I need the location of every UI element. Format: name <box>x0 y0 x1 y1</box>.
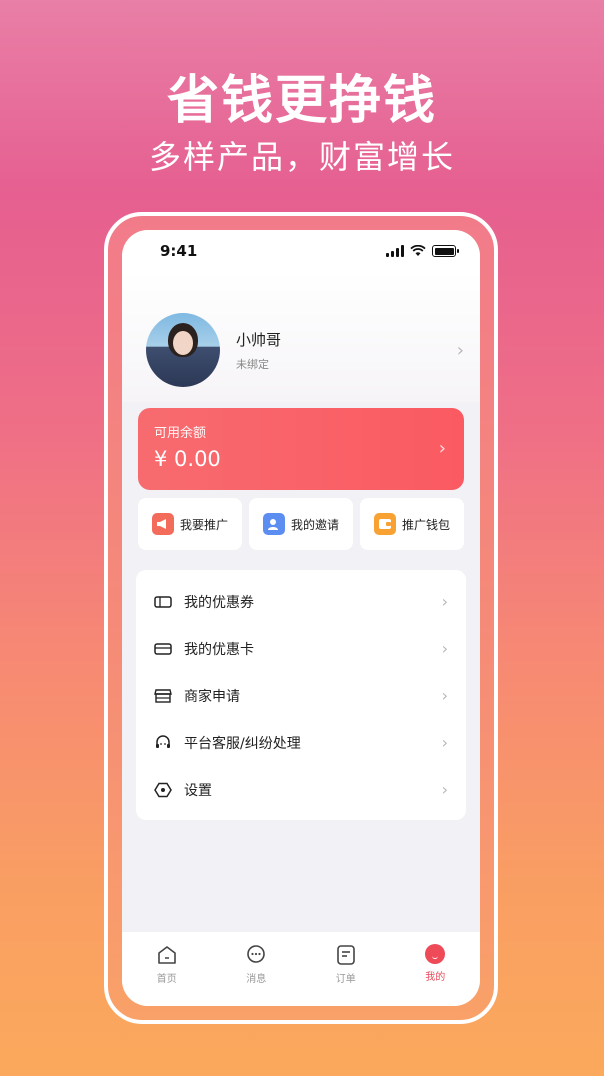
megaphone-icon <box>151 513 174 535</box>
chevron-right-icon: › <box>441 780 448 799</box>
phone-screen: 9:41 小帅哥 未绑定 › 可用余额 ¥ 0.00 › 我要推广 我的邀请 推… <box>122 230 480 1006</box>
chevron-right-icon: › <box>441 686 448 705</box>
store-icon <box>154 688 172 703</box>
my-invites-label: 我的邀请 <box>290 517 339 532</box>
profile-icon <box>425 944 446 964</box>
my-invites-button[interactable]: 我的邀请 <box>249 498 353 550</box>
user-invite-icon <box>262 513 285 535</box>
tab-orders[interactable]: 订单 <box>316 944 376 1006</box>
quick-actions: 我要推广 我的邀请 推广钱包 <box>138 498 464 550</box>
menu-item-support[interactable]: 平台客服/纠纷处理 › <box>136 719 466 766</box>
menu-item-settings[interactable]: 设置 › <box>136 766 466 813</box>
balance-label: 可用余额 <box>154 426 207 441</box>
status-time: 9:41 <box>160 242 198 260</box>
balance-card[interactable]: 可用余额 ¥ 0.00 › <box>138 408 464 490</box>
menu-item-cards[interactable]: 我的优惠卡 › <box>136 625 466 672</box>
status-bar: 9:41 <box>122 230 480 272</box>
tab-mine[interactable]: 我的 <box>405 944 465 1006</box>
wallet-icon <box>373 513 396 535</box>
user-name: 小帅哥 <box>236 330 282 349</box>
headset-icon <box>154 734 172 750</box>
tab-messages[interactable]: 消息 <box>226 944 286 1006</box>
balance-amount: ¥ 0.00 <box>154 447 221 471</box>
card-icon <box>154 642 172 656</box>
menu-list: 我的优惠券 › 我的优惠卡 › 商家申请 › 平台客服/纠纷处理 › 设置 › <box>136 570 466 820</box>
tab-home[interactable]: 首页 <box>137 944 197 1006</box>
bind-status: 未绑定 <box>236 357 269 371</box>
status-icons <box>386 245 459 257</box>
message-icon <box>247 945 266 963</box>
coupon-icon <box>154 595 172 609</box>
tab-label: 我的 <box>425 972 446 983</box>
avatar[interactable] <box>146 313 220 387</box>
order-icon <box>336 945 355 965</box>
tab-label: 首页 <box>156 974 177 985</box>
promote-button[interactable]: 我要推广 <box>138 498 242 550</box>
menu-item-coupons[interactable]: 我的优惠券 › <box>136 578 466 625</box>
menu-label: 设置 <box>184 782 212 799</box>
menu-item-merchant-apply[interactable]: 商家申请 › <box>136 672 466 719</box>
chevron-right-icon: › <box>438 438 446 459</box>
tab-label: 消息 <box>246 974 267 985</box>
chevron-right-icon: › <box>441 733 448 752</box>
promo-wallet-button[interactable]: 推广钱包 <box>360 498 464 550</box>
promo-wallet-label: 推广钱包 <box>401 517 450 532</box>
promote-label: 我要推广 <box>179 517 228 532</box>
promo-headline: 省钱更挣钱 <box>166 71 437 131</box>
chevron-right-icon: › <box>441 639 448 658</box>
menu-label: 商家申请 <box>184 688 240 705</box>
battery-icon <box>432 245 459 257</box>
settings-icon <box>154 782 172 797</box>
tab-label: 订单 <box>335 974 356 985</box>
profile-row[interactable]: 小帅哥 未绑定 › <box>146 310 464 390</box>
signal-icon <box>386 245 404 257</box>
home-icon <box>157 946 176 964</box>
chevron-right-icon: › <box>441 592 448 611</box>
menu-label: 平台客服/纠纷处理 <box>184 735 301 752</box>
wifi-icon <box>410 245 426 256</box>
tab-bar: 首页 消息 订单 我的 <box>122 932 480 1006</box>
menu-label: 我的优惠卡 <box>184 641 254 658</box>
profile-info: 小帅哥 未绑定 <box>236 329 457 372</box>
promo-subline: 多样产品，财富增长 <box>148 138 455 176</box>
menu-label: 我的优惠券 <box>184 594 254 611</box>
chevron-right-icon: › <box>456 339 464 361</box>
